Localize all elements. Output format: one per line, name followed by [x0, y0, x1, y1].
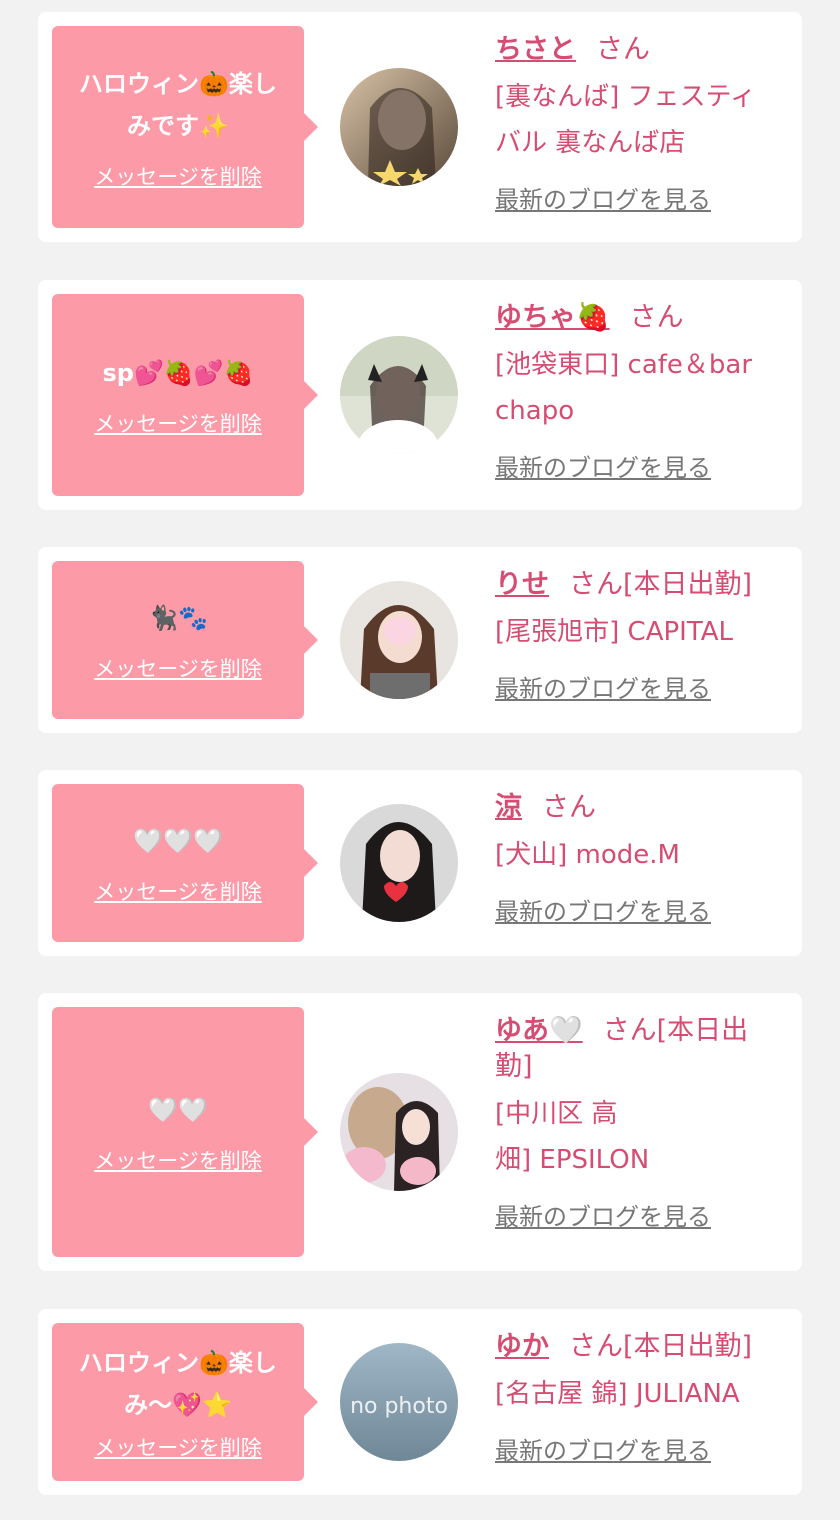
honorific: さん	[569, 569, 623, 600]
message-line: ハロウィン🎃楽し	[79, 70, 277, 98]
latest-blog-link[interactable]: 最新のブログを見る	[495, 448, 711, 483]
cast-info: 涼さん [犬山] mode.M 最新のブログを見る	[495, 790, 780, 927]
cast-name-link[interactable]: ちさと	[495, 34, 576, 65]
shop-line: [尾張旭市] CAPITAL	[495, 617, 733, 647]
status-badge: [本日出勤]	[623, 569, 753, 600]
shop-name: [名古屋 錦] JULIANA	[495, 1371, 780, 1417]
cast-name-link[interactable]: 涼	[495, 792, 522, 823]
shop-line: [中川区 高	[495, 1099, 618, 1129]
honorific: さん	[602, 1015, 657, 1046]
message-text: 🐈‍⬛🐾	[148, 597, 208, 639]
message-text: ハロウィン🎃楽し み〜💖⭐	[79, 1342, 277, 1426]
cast-avatar[interactable]	[340, 1073, 458, 1191]
avatar-photo-icon	[340, 68, 458, 186]
shop-line: バル 裏なんば店	[495, 128, 686, 158]
delete-message-link[interactable]: メッセージを削除	[94, 876, 262, 906]
latest-blog-link[interactable]: 最新のブログを見る	[495, 892, 711, 927]
message-line: ハロウィン🎃楽し	[79, 1349, 277, 1377]
message-text: ハロウィン🎃楽し みです✨	[79, 63, 277, 147]
avatar-photo-icon	[340, 1073, 458, 1191]
delete-message-link[interactable]: メッセージを削除	[94, 161, 262, 191]
avatar-photo-icon	[340, 336, 458, 454]
delete-message-link[interactable]: メッセージを削除	[94, 1145, 262, 1175]
cast-card: 🤍🤍 メッセージを削除 ゆあ🤍 さん[本日出勤] [中川区 高 畑] EPSILO…	[38, 993, 802, 1271]
shop-name: [尾張旭市] CAPITAL	[495, 609, 780, 655]
latest-blog-link[interactable]: 最新のブログを見る	[495, 669, 711, 704]
shop-name: [池袋東口] cafe＆bar chapo	[495, 342, 780, 434]
cast-name-line: ゆちゃ🍓 さん	[495, 300, 780, 336]
message-text: 🤍🤍	[148, 1089, 208, 1131]
shop-name: [犬山] mode.M	[495, 832, 780, 878]
shop-line: [名古屋 錦] JULIANA	[495, 1379, 740, 1409]
message-bubble: 🐈‍⬛🐾 メッセージを削除	[52, 561, 318, 719]
message-text: sp💕🍓💕🍓	[103, 352, 254, 394]
message-bubble: ハロウィン🎃楽し みです✨ メッセージを削除	[52, 26, 318, 228]
message-line: sp💕🍓💕🍓	[102, 359, 254, 387]
cast-info: ちさと さん [裏なんば] フェスティ バル 裏なんば店 最新のブログを見る	[495, 32, 780, 215]
cast-info: ゆか さん[本日出勤] [名古屋 錦] JULIANA 最新のブログを見る	[495, 1329, 780, 1466]
delete-message-link[interactable]: メッセージを削除	[94, 408, 262, 438]
message-line: みです✨	[127, 112, 229, 140]
cast-avatar[interactable]	[340, 336, 458, 454]
latest-blog-link[interactable]: 最新のブログを見る	[495, 180, 711, 215]
cast-card: 🐈‍⬛🐾 メッセージを削除 りせ さん[本日出勤] [尾張旭市] CAPITAL …	[38, 547, 802, 733]
message-line: 🐈‍⬛🐾	[148, 604, 208, 632]
message-bubble: ハロウィン🎃楽し み〜💖⭐ メッセージを削除	[52, 1323, 318, 1481]
latest-blog-link[interactable]: 最新のブログを見る	[495, 1197, 711, 1232]
cast-avatar[interactable]	[340, 581, 458, 699]
shop-line: 畑] EPSILON	[495, 1145, 650, 1175]
delete-message-link[interactable]: メッセージを削除	[94, 653, 262, 683]
message-text: 🤍🤍🤍	[133, 820, 223, 862]
honorific: さん	[542, 792, 596, 823]
message-bubble: 🤍🤍🤍 メッセージを削除	[52, 784, 318, 942]
avatar-photo-icon	[340, 804, 458, 922]
latest-blog-link[interactable]: 最新のブログを見る	[495, 1431, 711, 1466]
honorific: さん	[596, 34, 650, 65]
cast-card: sp💕🍓💕🍓 メッセージを削除 ゆちゃ🍓 さん [池袋東口] cafe＆bar c	[38, 280, 802, 510]
status-badge: [本日出勤]	[623, 1331, 753, 1362]
message-line: み〜💖⭐	[124, 1391, 232, 1419]
cast-name-line: りせ さん[本日出勤]	[495, 567, 780, 603]
shop-name: [裏なんば] フェスティ バル 裏なんば店	[495, 74, 780, 166]
honorific: さん	[569, 1331, 623, 1362]
message-bubble: 🤍🤍 メッセージを削除	[52, 1007, 318, 1257]
no-photo-text: no photo	[350, 1394, 448, 1419]
cast-name-link[interactable]: りせ	[495, 569, 549, 600]
shop-line: [犬山] mode.M	[495, 840, 680, 870]
shop-name: [中川区 高 畑] EPSILON	[495, 1091, 780, 1183]
cast-avatar[interactable]: no photo	[340, 1343, 458, 1461]
favorite-cast-list: ハロウィン🎃楽し みです✨ メッセージを削除 ちさと さん [裏なんば] フェス…	[0, 0, 840, 1520]
cast-avatar[interactable]	[340, 68, 458, 186]
honorific: さん	[629, 302, 684, 333]
cast-info: ゆちゃ🍓 さん [池袋東口] cafe＆bar chapo 最新のブログを見る	[495, 300, 780, 483]
cast-info: ゆあ🤍 さん[本日出勤] [中川区 高 畑] EPSILON 最新のブログを見る	[495, 1013, 780, 1232]
cast-name-link[interactable]: ゆか	[495, 1331, 549, 1362]
cast-card: ハロウィン🎃楽し みです✨ メッセージを削除 ちさと さん [裏なんば] フェス…	[38, 12, 802, 242]
delete-message-link[interactable]: メッセージを削除	[94, 1432, 262, 1462]
cast-name-link[interactable]: ゆあ🤍	[495, 1015, 583, 1046]
cast-info: りせ さん[本日出勤] [尾張旭市] CAPITAL 最新のブログを見る	[495, 567, 780, 704]
message-line: 🤍🤍🤍	[133, 827, 223, 855]
message-bubble: sp💕🍓💕🍓 メッセージを削除	[52, 294, 318, 496]
cast-card: 🤍🤍🤍 メッセージを削除 涼さん [犬山] mode.M 最新のブログを見る	[38, 770, 802, 956]
cast-name-line: ゆあ🤍 さん[本日出勤]	[495, 1013, 780, 1085]
cast-name-line: ゆか さん[本日出勤]	[495, 1329, 780, 1365]
cast-card: ハロウィン🎃楽し み〜💖⭐ メッセージを削除 no photo ゆか さん[本日出…	[38, 1309, 802, 1495]
shop-line: [池袋東口] cafe＆bar	[495, 350, 753, 380]
no-photo-placeholder-icon: no photo	[340, 1343, 458, 1461]
cast-name-line: 涼さん	[495, 790, 780, 826]
shop-line: [裏なんば] フェスティ	[495, 82, 756, 112]
avatar-photo-icon	[340, 581, 458, 699]
message-line: 🤍🤍	[148, 1096, 208, 1124]
cast-avatar[interactable]	[340, 804, 458, 922]
cast-name-line: ちさと さん	[495, 32, 780, 68]
cast-name-link[interactable]: ゆちゃ🍓	[495, 302, 610, 333]
shop-line: chapo	[495, 396, 575, 426]
